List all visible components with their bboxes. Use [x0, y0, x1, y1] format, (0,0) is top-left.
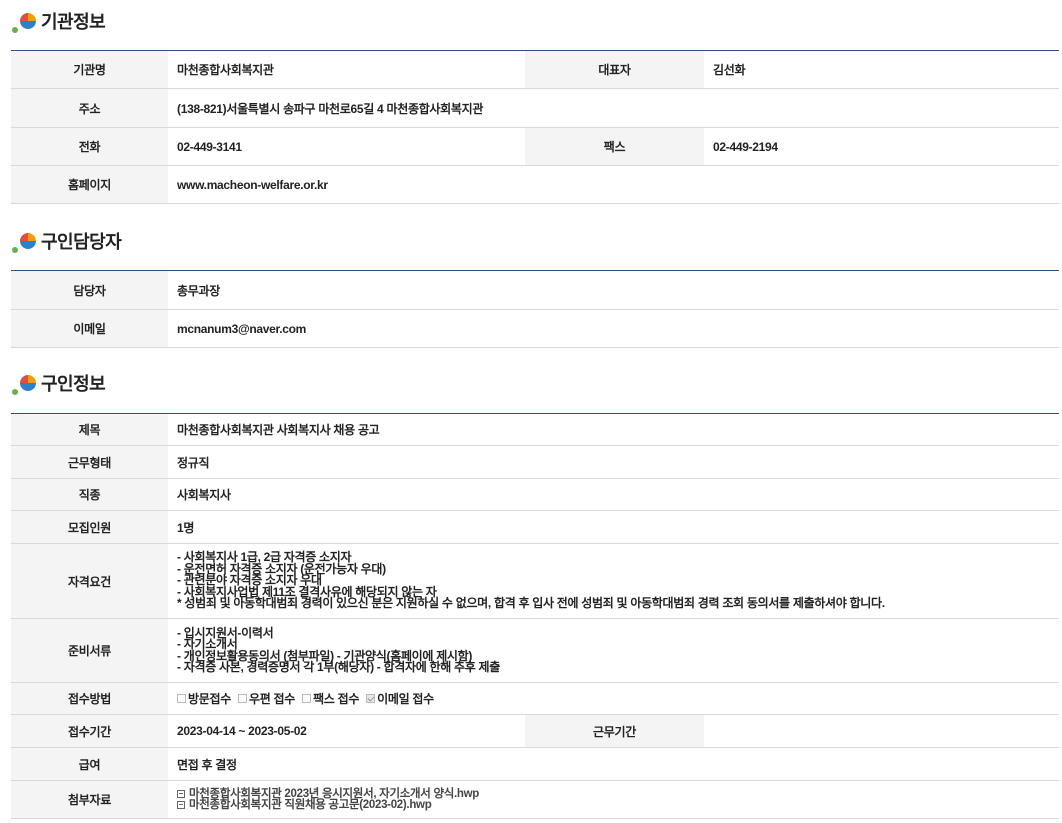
method-visit: 방문접수: [177, 690, 231, 707]
doc-item: - 자격증 사본, 경력증명서 각 1부(해당자) - 합격자에 한해 추후 제…: [177, 660, 501, 674]
table-row: 첨부자료 마천종합사회복지관 2023년 응시지원서, 자기소개서 양식.hwp…: [11, 780, 1059, 819]
work-period-value: [704, 714, 1059, 748]
job-subject-value: 마천종합사회복지관 사회복지사 채용 공고: [168, 413, 1059, 446]
table-row: 이메일 mcnanum3@naver.com: [11, 309, 1059, 348]
field-label: 팩스: [525, 127, 704, 166]
checkbox-icon: [238, 694, 248, 703]
table-row: 접수기간 2023-04-14 ~ 2023-05-02 근무기간: [11, 714, 1059, 748]
qualification-item: * 성범죄 및 아동학대범죄 경력이 있으신 분은 지원하실 수 없으며, 합격…: [177, 596, 885, 611]
attachment-item: 마천종합사회복지관 직원채용 공고문(2023-02).hwp: [177, 799, 1059, 811]
table-row: 담당자 총무과장: [11, 270, 1059, 310]
section-heading: 구인담당자: [41, 232, 122, 252]
welfare-logo-icon: [12, 375, 36, 395]
welfare-logo-icon: [12, 13, 36, 33]
doc-item: - 입시지원서-이력서: [177, 625, 274, 640]
field-label: 홈페이지: [11, 165, 168, 204]
checkbox-checked-icon: [366, 694, 376, 703]
method-label: 방문접수: [188, 692, 231, 706]
table-row: 기관명 마천종합사회복지관 대표자 김선화: [11, 50, 1059, 89]
field-label: 접수기간: [11, 714, 168, 748]
field-label: 직종: [11, 478, 168, 511]
attachment-link[interactable]: 마천종합사회복지관 2023년 응시지원서, 자기소개서 양식.hwp: [189, 788, 479, 800]
method-label: 팩스 접수: [313, 692, 360, 706]
checkbox-icon: [177, 694, 186, 703]
contact-info-table: 담당자 총무과장 이메일 mcnanum3@naver.com: [11, 270, 1059, 348]
application-period-value: 2023-04-14 ~ 2023-05-02: [168, 714, 525, 748]
field-label: 제목: [11, 413, 168, 446]
method-fax: 팩스 접수: [302, 690, 359, 707]
occupation-value: 사회복지사: [168, 478, 1059, 511]
field-label: 전화: [11, 127, 168, 166]
section-title-contact: 구인담당자: [11, 228, 122, 254]
field-label: 자격요건: [11, 543, 168, 619]
table-row: 접수방법 방문접수 우편 접수 팩스 접수 이메일 접수: [11, 682, 1059, 715]
field-label: 근무형태: [11, 445, 168, 479]
section-title-job: 구인정보: [11, 370, 106, 396]
phone-value: 02-449-3141: [168, 127, 525, 166]
email-value: mcnanum3@naver.com: [168, 309, 1059, 348]
application-methods: 방문접수 우편 접수 팩스 접수 이메일 접수: [168, 682, 1059, 715]
attachments-list: 마천종합사회복지관 2023년 응시지원서, 자기소개서 양식.hwp 마천종합…: [168, 780, 1059, 819]
method-mail: 우편 접수: [238, 690, 295, 707]
method-label: 이메일 접수: [377, 692, 434, 706]
table-row: 준비서류 - 입시지원서-이력서 - 자기소개서 - 개인정보활용동의서 (첨부…: [11, 618, 1059, 683]
attachment-link[interactable]: 마천종합사회복지관 직원채용 공고문(2023-02).hwp: [189, 799, 432, 811]
section-heading: 기관정보: [41, 12, 106, 32]
table-row: 주소 (138-821)서울특별시 송파구 마천로65길 4 마천종합사회복지관: [11, 88, 1059, 128]
field-label: 이메일: [11, 309, 168, 348]
salary-value: 면접 후 결정: [168, 747, 1059, 781]
table-row: 급여 면접 후 결정: [11, 747, 1059, 781]
field-label: 기관명: [11, 50, 168, 89]
address-value: (138-821)서울특별시 송파구 마천로65길 4 마천종합사회복지관: [168, 88, 1059, 128]
welfare-logo-icon: [12, 233, 36, 253]
field-label: 접수방법: [11, 682, 168, 715]
table-row: 자격요건 - 사회복지사 1급, 2급 자격증 소지자 - 운전면허 자격증 소…: [11, 543, 1059, 619]
field-label: 준비서류: [11, 618, 168, 683]
contact-person-value: 총무과장: [168, 270, 1059, 310]
method-email: 이메일 접수: [366, 690, 434, 707]
org-name-value: 마천종합사회복지관: [168, 50, 525, 89]
table-row: 제목 마천종합사회복지관 사회복지사 채용 공고: [11, 413, 1059, 446]
headcount-value: 1명: [168, 510, 1059, 544]
field-label: 주소: [11, 88, 168, 128]
attachment-item: 마천종합사회복지관 2023년 응시지원서, 자기소개서 양식.hwp: [177, 788, 1059, 800]
table-row: 홈페이지 www.macheon-welfare.or.kr: [11, 165, 1059, 204]
method-label: 우편 접수: [249, 692, 296, 706]
field-label: 모집인원: [11, 510, 168, 544]
fax-value: 02-449-2194: [704, 127, 1059, 166]
table-row: 근무형태 정규직: [11, 445, 1059, 479]
table-row: 전화 02-449-3141 팩스 02-449-2194: [11, 127, 1059, 166]
homepage-link[interactable]: www.macheon-welfare.or.kr: [168, 165, 1059, 204]
section-heading: 구인정보: [41, 374, 106, 394]
file-icon: [177, 790, 185, 798]
file-icon: [177, 801, 185, 809]
field-label: 담당자: [11, 270, 168, 310]
checkbox-icon: [302, 694, 312, 703]
section-title-org: 기관정보: [11, 8, 106, 34]
field-label: 급여: [11, 747, 168, 781]
field-label: 대표자: [525, 50, 704, 89]
work-type-value: 정규직: [168, 445, 1059, 479]
field-label: 첨부자료: [11, 780, 168, 819]
representative-value: 김선화: [704, 50, 1059, 89]
table-row: 모집인원 1명: [11, 510, 1059, 544]
job-info-table: 제목 마천종합사회복지관 사회복지사 채용 공고 근무형태 정규직 직종 사회복…: [11, 413, 1059, 819]
org-info-table: 기관명 마천종합사회복지관 대표자 김선화 주소 (138-821)서울특별시 …: [11, 50, 1059, 204]
qualifications-list: - 사회복지사 1급, 2급 자격증 소지자 - 운전면허 자격증 소지자 (운…: [168, 543, 1059, 619]
field-label: 근무기간: [525, 714, 704, 748]
required-docs-list: - 입시지원서-이력서 - 자기소개서 - 개인정보활용동의서 (첨부파일) -…: [168, 618, 1059, 683]
table-row: 직종 사회복지사: [11, 478, 1059, 511]
